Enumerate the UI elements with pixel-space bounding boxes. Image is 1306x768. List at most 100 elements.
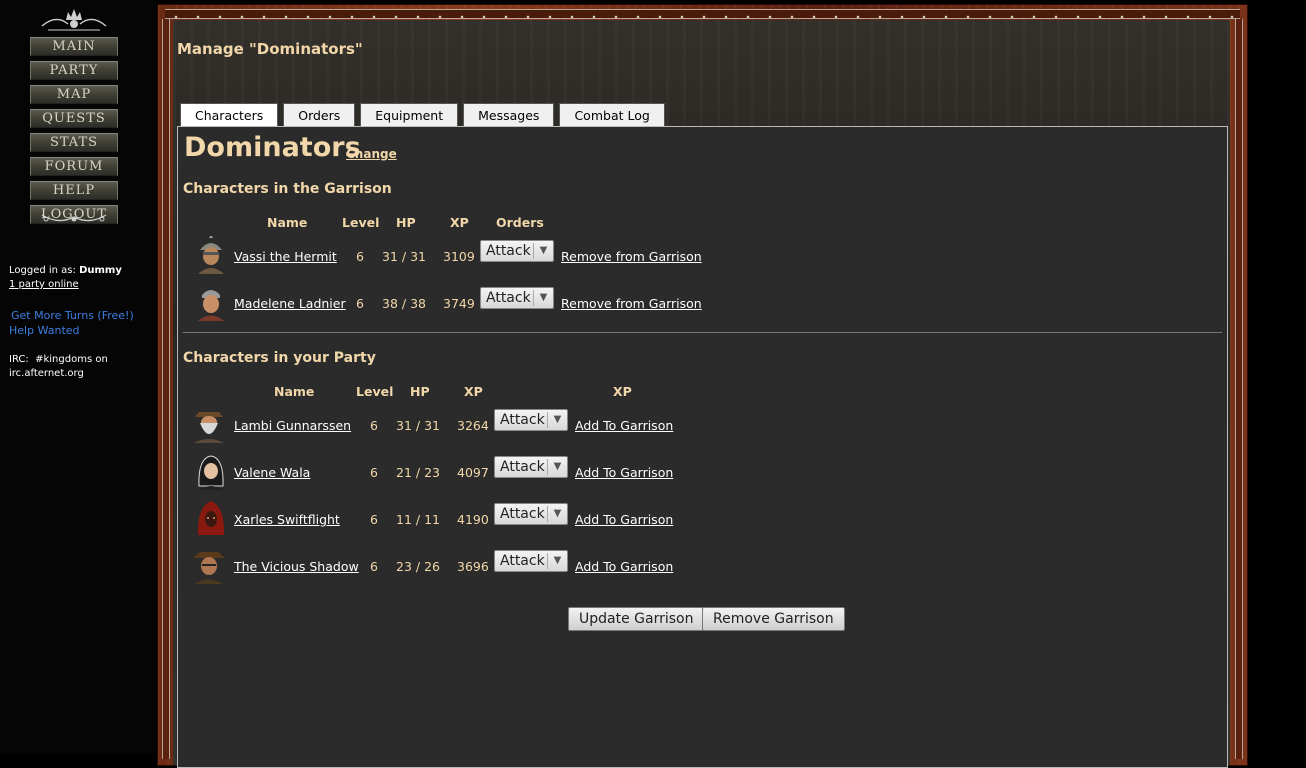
tab-equipment[interactable]: Equipment xyxy=(360,103,459,126)
character-level: 6 xyxy=(370,559,378,574)
scroll-ornament-icon xyxy=(41,214,107,222)
section-divider xyxy=(183,332,1222,333)
irc-line-1: IRC: #kingdoms on xyxy=(9,354,108,365)
frame-top-rail xyxy=(165,9,1240,19)
get-more-turns-link[interactable]: Get More Turns (Free!) xyxy=(11,309,134,322)
session-info: Logged in as: Dummy 1 party online Get M… xyxy=(9,264,154,381)
main-frame: Manage "Dominators" Characters Orders Eq… xyxy=(157,4,1248,768)
character-xp: 4190 xyxy=(457,512,489,527)
character-xp: 4097 xyxy=(457,465,489,480)
nav-map-button[interactable]: MAP xyxy=(30,85,118,104)
hooded-nun-portrait-icon xyxy=(198,455,224,490)
party-name: Dominators xyxy=(184,132,361,163)
capped-soldier-portrait-icon xyxy=(198,290,224,321)
order-select[interactable]: Attack ▼ xyxy=(494,409,568,431)
nav-forum-button[interactable]: FORUM xyxy=(30,157,118,176)
helmeted-warrior-portrait-icon xyxy=(198,236,224,274)
remove-from-garrison-link[interactable]: Remove from Garrison xyxy=(561,296,702,311)
order-select[interactable]: Attack ▼ xyxy=(480,240,554,262)
nav-stats-button[interactable]: STATS xyxy=(30,133,118,152)
characters-panel: Dominators Change Characters in the Garr… xyxy=(177,126,1228,768)
party-col-orders: XP xyxy=(613,384,632,399)
order-select[interactable]: Attack ▼ xyxy=(494,456,568,478)
garrison-row: Vassi the Hermit 6 31 / 31 3109 Attack ▼… xyxy=(178,236,878,276)
chevron-down-icon: ▼ xyxy=(533,290,553,306)
character-level: 6 xyxy=(370,465,378,480)
character-name-link[interactable]: Vassi the Hermit xyxy=(234,249,337,264)
chevron-down-icon: ▼ xyxy=(547,459,567,475)
chevron-down-icon: ▼ xyxy=(547,412,567,428)
add-to-garrison-link[interactable]: Add To Garrison xyxy=(575,559,673,574)
character-xp: 3696 xyxy=(457,559,489,574)
character-hp: 11 / 11 xyxy=(396,512,440,527)
party-col-hp: HP xyxy=(410,384,430,399)
tab-bar: Characters Orders Equipment Messages Com… xyxy=(180,103,670,127)
character-level: 6 xyxy=(356,296,364,311)
order-select-value: Attack xyxy=(500,506,545,522)
character-name-link[interactable]: Valene Wala xyxy=(234,465,310,480)
frame-left-rail xyxy=(162,19,170,759)
change-party-link[interactable]: Change xyxy=(346,147,397,161)
nav-help-button[interactable]: HELP xyxy=(30,181,118,200)
character-level: 6 xyxy=(356,249,364,264)
character-xp: 3109 xyxy=(443,249,475,264)
content-area: Manage "Dominators" Characters Orders Eq… xyxy=(173,20,1230,768)
add-to-garrison-link[interactable]: Add To Garrison xyxy=(575,465,673,480)
help-wanted-link[interactable]: Help Wanted xyxy=(9,324,80,337)
update-garrison-button[interactable]: Update Garrison xyxy=(568,607,705,631)
username: Dummy xyxy=(79,265,122,276)
order-select[interactable]: Attack ▼ xyxy=(494,550,568,572)
tab-combat-log[interactable]: Combat Log xyxy=(559,103,665,126)
garrison-col-orders: Orders xyxy=(496,215,544,230)
garrison-col-level: Level xyxy=(342,215,380,230)
remove-garrison-button[interactable]: Remove Garrison xyxy=(702,607,845,631)
logged-in-line: Logged in as: Dummy xyxy=(9,264,154,278)
garrison-heading: Characters in the Garrison xyxy=(183,181,392,197)
party-online-link[interactable]: 1 party online xyxy=(9,279,79,290)
chevron-down-icon: ▼ xyxy=(547,506,567,522)
order-select[interactable]: Attack ▼ xyxy=(480,287,554,309)
main-nav: MAIN PARTY MAP QUESTS STATS FORUM HELP L… xyxy=(30,37,118,229)
garrison-row: Madelene Ladnier 6 38 / 38 3749 Attack ▼… xyxy=(178,283,878,323)
sidebar: MAIN PARTY MAP QUESTS STATS FORUM HELP L… xyxy=(0,0,156,753)
chevron-down-icon: ▼ xyxy=(533,243,553,259)
nav-main-button[interactable]: MAIN xyxy=(30,37,118,56)
garrison-col-name: Name xyxy=(267,215,308,230)
party-row: Lambi Gunnarssen 6 31 / 31 3264 Attack ▼… xyxy=(178,405,878,445)
irc-line-2: irc.afternet.org xyxy=(9,368,84,379)
nav-party-button[interactable]: PARTY xyxy=(30,61,118,80)
add-to-garrison-link[interactable]: Add To Garrison xyxy=(575,418,673,433)
frame-right-rail xyxy=(1235,19,1243,759)
garrison-col-hp: HP xyxy=(396,215,416,230)
red-hooded-rogue-portrait-icon xyxy=(197,501,225,535)
character-hp: 21 / 23 xyxy=(396,465,440,480)
garrison-col-xp: XP xyxy=(450,215,469,230)
character-hp: 23 / 26 xyxy=(396,559,440,574)
remove-from-garrison-link[interactable]: Remove from Garrison xyxy=(561,249,702,264)
add-to-garrison-link[interactable]: Add To Garrison xyxy=(575,512,673,527)
party-heading: Characters in your Party xyxy=(183,350,376,366)
character-name-link[interactable]: Madelene Ladnier xyxy=(234,296,346,311)
tab-messages[interactable]: Messages xyxy=(463,103,555,126)
tab-orders[interactable]: Orders xyxy=(283,103,356,126)
order-select-value: Attack xyxy=(486,243,531,259)
order-select-value: Attack xyxy=(500,412,545,428)
character-level: 6 xyxy=(370,512,378,527)
character-hp: 31 / 31 xyxy=(396,418,440,433)
tab-characters[interactable]: Characters xyxy=(180,103,279,126)
character-name-link[interactable]: Xarles Swiftflight xyxy=(234,512,340,527)
character-name-link[interactable]: Lambi Gunnarssen xyxy=(234,418,351,433)
character-hp: 31 / 31 xyxy=(382,249,426,264)
party-col-xp: XP xyxy=(464,384,483,399)
character-name-link[interactable]: The Vicious Shadow xyxy=(234,559,359,574)
party-row: Valene Wala 6 21 / 23 4097 Attack ▼ Add … xyxy=(178,452,878,492)
order-select[interactable]: Attack ▼ xyxy=(494,503,568,525)
order-select-value: Attack xyxy=(500,459,545,475)
character-xp: 3749 xyxy=(443,296,475,311)
crest-ornament-icon xyxy=(41,9,107,31)
page-title: Manage "Dominators" xyxy=(177,40,363,58)
character-level: 6 xyxy=(370,418,378,433)
nav-quests-button[interactable]: QUESTS xyxy=(30,109,118,128)
party-col-level: Level xyxy=(356,384,394,399)
hatted-ranger-portrait-icon xyxy=(193,552,225,584)
